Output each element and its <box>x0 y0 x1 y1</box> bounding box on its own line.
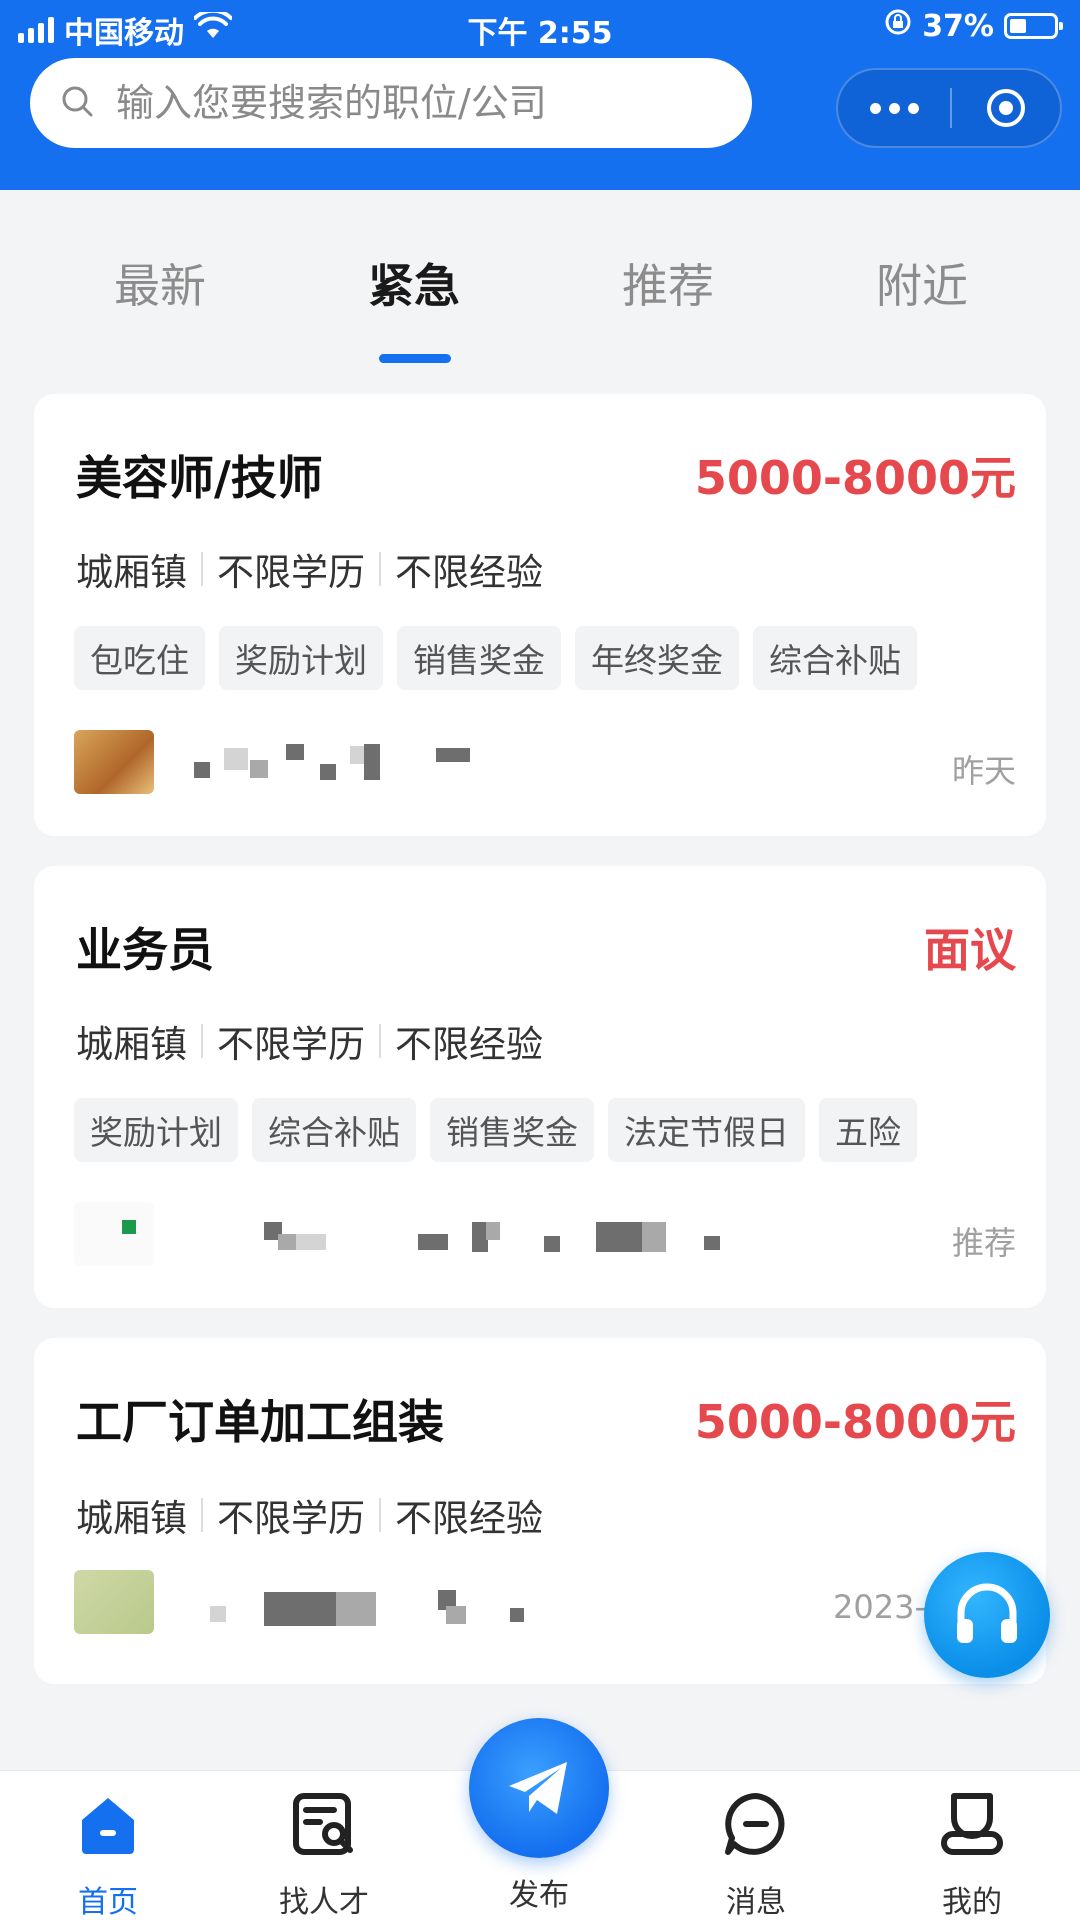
job-salary: 5000-8000元 <box>694 1395 1016 1449</box>
job-tag: 奖励计划 <box>219 626 383 690</box>
category-tabs: 最新 紧急 推荐 附近 <box>0 250 1080 363</box>
job-card[interactable]: 工厂订单加工组装 5000-8000元 城厢镇 不限学历 不限经验 2023- <box>34 1338 1046 1684</box>
company-info-blurred <box>74 730 674 800</box>
job-title: 业务员 <box>76 923 214 977</box>
job-education: 不限学历 <box>217 1497 365 1540</box>
job-tag: 综合补贴 <box>252 1098 416 1162</box>
battery-percent: 37% <box>922 8 994 44</box>
company-avatar <box>74 730 154 794</box>
job-tag: 法定节假日 <box>608 1098 805 1162</box>
job-salary: 面议 <box>924 923 1016 977</box>
job-tag: 销售奖金 <box>397 626 561 690</box>
company-avatar <box>74 1570 154 1634</box>
search-input[interactable] <box>116 81 716 125</box>
tab-latest[interactable]: 最新 <box>33 250 287 340</box>
job-tags: 奖励计划 综合补贴 销售奖金 法定节假日 五险 <box>74 1098 917 1162</box>
publish-button[interactable] <box>469 1718 609 1858</box>
post-label: 推荐 <box>951 1224 1016 1262</box>
home-icon <box>73 1789 143 1859</box>
nav-publish-label: 发布 <box>509 1878 569 1913</box>
search-bar[interactable] <box>30 58 752 148</box>
nav-label: 我的 <box>942 1885 1002 1920</box>
search-icon <box>60 84 94 122</box>
nav-label: 消息 <box>726 1885 786 1920</box>
customer-service-button[interactable] <box>924 1552 1050 1678</box>
nav-profile[interactable]: 我的 <box>902 1789 1042 1920</box>
job-location: 城厢镇 <box>76 1497 187 1540</box>
rotation-lock-icon <box>884 8 912 44</box>
mini-program-capsule <box>836 68 1062 148</box>
nav-home[interactable]: 首页 <box>38 1789 178 1920</box>
paper-plane-icon <box>509 1762 567 1814</box>
nav-messages[interactable]: 消息 <box>686 1789 826 1920</box>
company-avatar <box>74 1202 154 1266</box>
post-time: 2023- <box>833 1588 926 1626</box>
job-education: 不限学历 <box>217 1023 365 1066</box>
close-mini-program-button[interactable] <box>952 86 1060 130</box>
company-info-blurred <box>74 1570 674 1640</box>
job-tag: 五险 <box>819 1098 917 1162</box>
tab-recommended[interactable]: 推荐 <box>541 250 795 340</box>
job-tag: 奖励计划 <box>74 1098 238 1162</box>
company-info-blurred <box>74 1202 720 1272</box>
job-tags: 包吃住 奖励计划 销售奖金 年终奖金 综合补贴 <box>74 626 917 690</box>
tab-urgent[interactable]: 紧急 <box>287 250 541 363</box>
status-bar: 中国移动 下午 2:55 37% <box>0 0 1080 54</box>
nav-label: 找人才 <box>279 1885 369 1920</box>
job-tag: 包吃住 <box>74 626 205 690</box>
job-tag: 综合补贴 <box>753 626 917 690</box>
post-time: 昨天 <box>951 752 1016 790</box>
job-education: 不限学历 <box>217 551 365 594</box>
job-location: 城厢镇 <box>76 1023 187 1066</box>
job-tag: 销售奖金 <box>430 1098 594 1162</box>
nav-find-talent[interactable]: 找人才 <box>254 1789 394 1920</box>
nav-label: 首页 <box>78 1885 138 1920</box>
target-icon <box>987 89 1025 127</box>
job-card[interactable]: 美容师/技师 5000-8000元 城厢镇 不限学历 不限经验 包吃住 奖励计划… <box>34 394 1046 836</box>
find-talent-icon <box>289 1789 359 1859</box>
job-location: 城厢镇 <box>76 551 187 594</box>
tab-nearby[interactable]: 附近 <box>795 250 1049 340</box>
job-experience: 不限经验 <box>395 551 543 594</box>
more-options-button[interactable] <box>838 70 950 146</box>
job-meta: 城厢镇 不限学历 不限经验 <box>76 1488 543 1542</box>
job-card[interactable]: 业务员 面议 城厢镇 不限学历 不限经验 奖励计划 综合补贴 销售奖金 法定节假… <box>34 866 1046 1308</box>
job-salary: 5000-8000元 <box>694 451 1016 505</box>
job-title: 工厂订单加工组装 <box>76 1395 444 1449</box>
profile-icon <box>937 1789 1007 1859</box>
job-meta: 城厢镇 不限学历 不限经验 <box>76 1014 543 1068</box>
job-tag: 年终奖金 <box>575 626 739 690</box>
job-experience: 不限经验 <box>395 1497 543 1540</box>
job-title: 美容师/技师 <box>76 451 323 505</box>
job-experience: 不限经验 <box>395 1023 543 1066</box>
message-icon <box>721 1789 791 1859</box>
battery-icon <box>1004 13 1063 39</box>
job-meta: 城厢镇 不限学历 不限经验 <box>76 542 543 596</box>
header: 中国移动 下午 2:55 37% <box>0 0 1080 190</box>
headset-icon <box>957 1583 1017 1643</box>
